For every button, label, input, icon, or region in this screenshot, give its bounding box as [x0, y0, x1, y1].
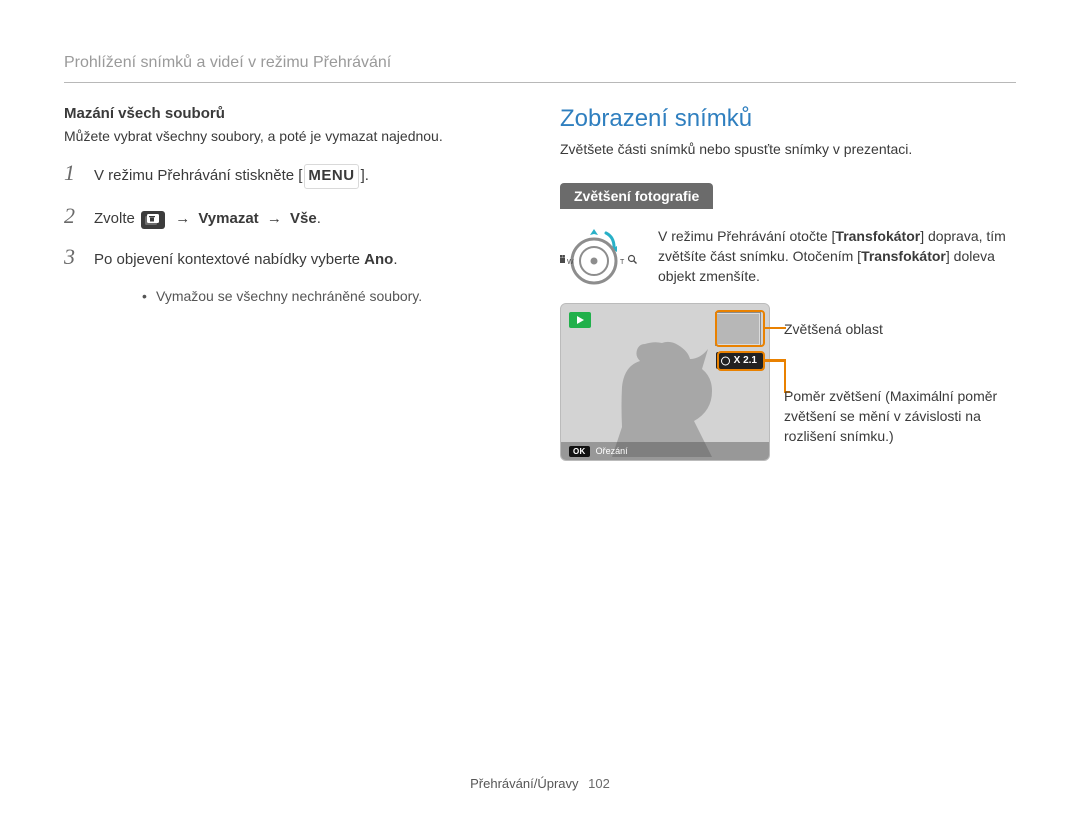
- preview-row: X 2.1 OK Ořezání Zvětšená oblast Poměr z…: [560, 303, 1016, 461]
- two-column-layout: Mazání všech souborů Můžete vybrat všech…: [64, 105, 1016, 461]
- section-title: Zobrazení snímků: [560, 105, 1016, 133]
- callout-texts: Zvětšená oblast Poměr zvětšení (Maximáln…: [784, 303, 1016, 446]
- callout-zoom-ratio: Poměr zvětšení (Maximální poměr zvětšení…: [784, 366, 1016, 447]
- footer-page-number: 102: [588, 776, 610, 791]
- step-row: 3 Po objevení kontextové nabídky vyberte…: [64, 244, 520, 272]
- delete-mode-icon: [141, 211, 165, 229]
- tab-enlarge-photo: Zvětšení fotografie: [560, 183, 713, 209]
- zoom-instruction-row: W T V režimu Přehrávání otočte [Transfok…: [560, 223, 1016, 289]
- step3-pre: Po objevení kontextové nabídky vyberte: [94, 251, 364, 268]
- right-column: Zobrazení snímků Zvětšete části snímků n…: [560, 105, 1016, 461]
- footer-section: Přehrávání/Úpravy: [470, 776, 578, 791]
- step3-option: Ano: [364, 251, 393, 268]
- left-column: Mazání všech souborů Můžete vybrat všech…: [64, 105, 520, 461]
- page-footer: Přehrávání/Úpravy 102: [0, 776, 1080, 791]
- step2-post: .: [317, 210, 321, 227]
- transfokator-label: Transfokátor: [861, 248, 946, 264]
- transfokator-label: Transfokátor: [835, 228, 920, 244]
- step-number: 2: [64, 203, 82, 229]
- page-header: Prohlížení snímků a videí v režimu Přehr…: [64, 54, 1016, 83]
- zoom-pre: V režimu Přehrávání otočte [: [658, 228, 835, 244]
- step-number: 3: [64, 244, 82, 270]
- step-number: 1: [64, 160, 82, 186]
- step2-pre: Zvolte: [94, 210, 139, 227]
- ok-button-chip: OK: [569, 446, 590, 457]
- arrow-icon: →: [175, 210, 190, 227]
- step-body: V režimu Přehrávání stiskněte [MENU].: [94, 164, 369, 189]
- step1-post: ].: [361, 167, 369, 184]
- arrow-icon: →: [267, 210, 282, 227]
- camera-preview-screen: X 2.1 OK Ořezání: [560, 303, 770, 461]
- callout-outline: [715, 310, 765, 347]
- zoom-instruction-text: V režimu Přehrávání otočte [Transfokátor…: [658, 226, 1016, 287]
- step1-pre: V režimu Přehrávání stiskněte [: [94, 167, 302, 184]
- step-body: Zvolte → Vymazat → Vše.: [94, 208, 321, 231]
- left-subheading: Mazání všech souborů: [64, 105, 520, 122]
- step2-option1: Vymazat: [198, 210, 258, 227]
- step-body: Po objevení kontextové nabídky vyberte A…: [94, 249, 398, 272]
- menu-button-label: MENU: [304, 164, 358, 189]
- zoom-w-label: W: [567, 259, 574, 266]
- crop-label: Ořezání: [596, 446, 628, 456]
- right-intro: Zvětšete části snímků nebo spusťte snímk…: [560, 139, 1016, 159]
- callout-enlarged-area: Zvětšená oblast: [784, 303, 1016, 339]
- play-badge-icon: [569, 312, 591, 328]
- zoom-t-label: T: [620, 259, 625, 266]
- step-row: 2 Zvolte → Vymazat → Vše.: [64, 203, 520, 231]
- callout-connector: [764, 327, 786, 329]
- preview-bottom-bar: OK Ořezání: [561, 442, 769, 460]
- callout-connector: [764, 359, 786, 361]
- step2-option2: Vše: [290, 210, 317, 227]
- step3-post: .: [393, 251, 397, 268]
- left-intro: Můžete vybrat všechny soubory, a poté je…: [64, 126, 520, 146]
- callout-outline: [717, 351, 765, 371]
- header-title: Prohlížení snímků a videí v režimu Přehr…: [64, 54, 391, 71]
- zoom-dial-icon: W T: [560, 223, 638, 289]
- step-sublist: Vymažou se všechny nechráněné soubory.: [102, 286, 520, 306]
- sublist-item: Vymažou se všechny nechráněné soubory.: [142, 286, 520, 306]
- step-row: 1 V režimu Přehrávání stiskněte [MENU].: [64, 160, 520, 189]
